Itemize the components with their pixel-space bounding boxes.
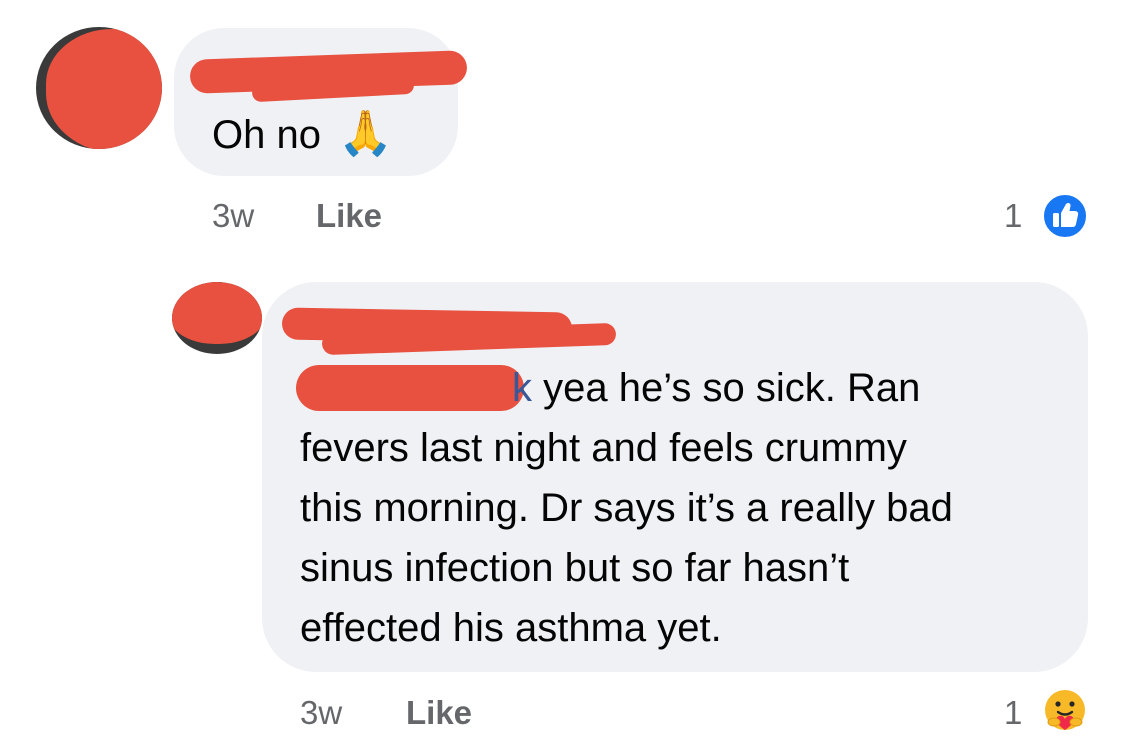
like-button[interactable]: Like [406,694,472,732]
avatar-redaction [172,282,262,344]
avatar-redaction [46,29,162,149]
like-thumb-icon[interactable] [1041,192,1089,240]
reaction-count[interactable]: 1 [1004,197,1022,235]
folded-hands-emoji: 🙏 [338,108,393,159]
avatar[interactable] [36,27,162,149]
comment-text-body: Oh no [212,113,321,157]
reply-text-segment: yea he’s so sick. Ran [532,366,921,410]
reply-text-line: effected his asthma yet. [300,606,722,650]
care-hug-icon[interactable] [1040,686,1090,736]
like-button[interactable]: Like [316,197,382,235]
reply-text: k yea he’s so sick. Ran fevers last nigh… [300,358,1080,658]
reply-text-line: fevers last night and feels crummy [300,426,907,470]
reply-text-line: sinus infection but so far hasn’t [300,546,850,590]
timestamp[interactable]: 3w [212,197,254,235]
reply-text-line: this morning. Dr says it’s a really bad [300,486,953,530]
mention-tag[interactable]: k [512,366,532,410]
avatar[interactable] [172,282,262,354]
timestamp[interactable]: 3w [300,694,342,732]
reply-text-line: k yea he’s so sick. Ran [300,358,1080,418]
comment-text: Oh no 🙏 [212,104,393,165]
reaction-count[interactable]: 1 [1004,694,1022,732]
